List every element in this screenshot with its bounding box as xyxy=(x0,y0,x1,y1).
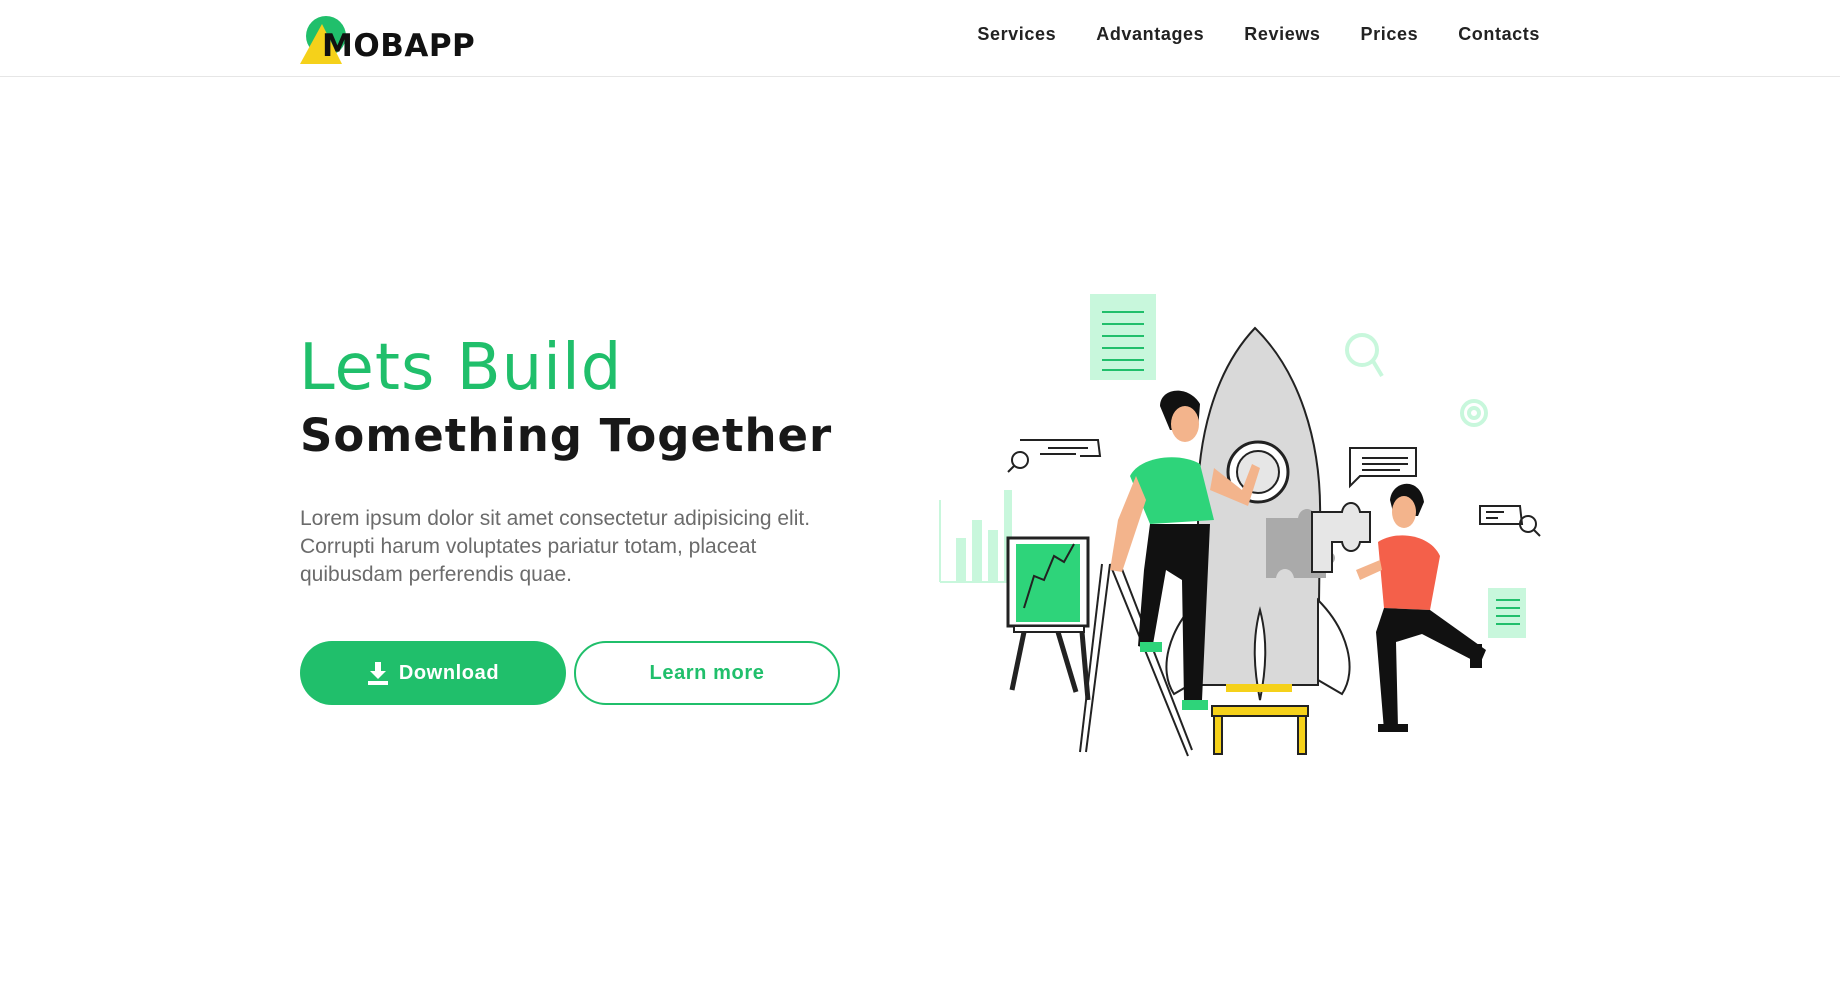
learn-more-label: Learn more xyxy=(649,661,765,684)
download-icon xyxy=(367,662,388,685)
nav-prices[interactable]: Prices xyxy=(1361,24,1419,45)
logo[interactable]: MOBAPP xyxy=(300,12,475,64)
hero-title: Lets Build xyxy=(299,331,623,405)
site-header: MOBAPP Services Advantages Reviews Price… xyxy=(0,0,1840,77)
speech-bubble-icon xyxy=(1349,447,1417,489)
person-orange xyxy=(1356,483,1486,732)
stool xyxy=(1211,705,1309,755)
learn-more-button[interactable]: Learn more xyxy=(574,641,840,705)
nav-contacts[interactable]: Contacts xyxy=(1458,24,1540,45)
download-button[interactable]: Download xyxy=(300,641,566,705)
nav-services[interactable]: Services xyxy=(977,24,1056,45)
easel-chart xyxy=(1006,536,1091,701)
main-nav: Services Advantages Reviews Prices Conta… xyxy=(937,24,1540,45)
hero-description: Lorem ipsum dolor sit amet consectetur a… xyxy=(300,507,811,586)
hero-subtitle: Something Together xyxy=(300,409,833,462)
nav-reviews[interactable]: Reviews xyxy=(1244,24,1320,45)
gear-icon xyxy=(1460,399,1488,427)
nav-advantages[interactable]: Advantages xyxy=(1096,24,1204,45)
logo-text: MOBAPP xyxy=(322,28,476,64)
download-label: Download xyxy=(398,661,500,684)
document-small-icon xyxy=(1488,588,1526,638)
magnifier-icon xyxy=(1345,333,1384,378)
search-chat-icon xyxy=(1007,439,1102,473)
document-icon xyxy=(1090,294,1156,380)
hero-illustration xyxy=(939,294,1541,757)
search-list-icon xyxy=(1479,505,1541,537)
